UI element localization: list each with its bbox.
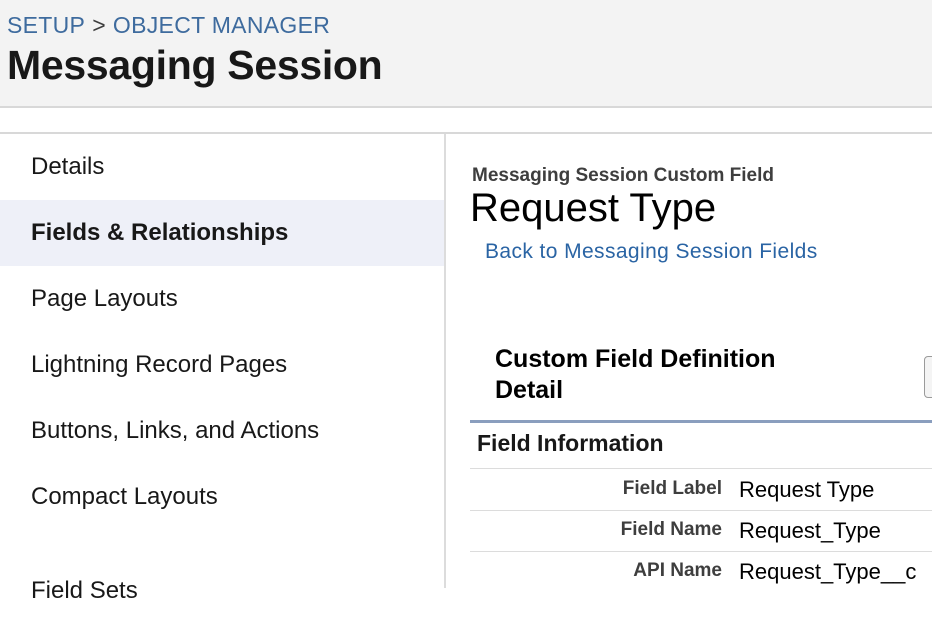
sidebar-item-fields-relationships[interactable]: Fields & Relationships: [0, 200, 444, 266]
field-label-value: Request Type: [739, 477, 875, 502]
field-name-value: Request_Type: [739, 518, 881, 543]
object-subtitle: Messaging Session Custom Field: [472, 165, 774, 186]
sidebar-item-details[interactable]: Details: [0, 134, 444, 200]
page-title: Messaging Session: [7, 42, 383, 88]
field-label-caption: Field Label: [622, 478, 722, 499]
header-divider: [0, 108, 932, 134]
breadcrumb-setup-link[interactable]: SETUP: [7, 12, 85, 38]
field-name-caption: Field Name: [620, 519, 722, 540]
breadcrumb-object-manager-link[interactable]: OBJECT MANAGER: [113, 12, 330, 38]
api-name-value: Request_Type__c: [739, 559, 917, 584]
sidebar-item-lightning-record-pages[interactable]: Lightning Record Pages: [0, 332, 444, 398]
object-sidebar: Details Fields & Relationships Page Layo…: [0, 134, 446, 604]
field-row-api-name: API Name Request_Type__c: [470, 551, 932, 588]
sidebar-item-buttons-links-actions[interactable]: Buttons, Links, and Actions: [0, 398, 444, 464]
back-to-fields-link[interactable]: Back to Messaging Session Fields: [485, 240, 818, 264]
breadcrumb: SETUP > OBJECT MANAGER: [7, 12, 330, 39]
field-detail-panel: Messaging Session Custom Field Request T…: [446, 134, 932, 588]
field-information-heading: Field Information: [477, 430, 664, 456]
sidebar-item-field-sets[interactable]: Field Sets: [0, 558, 444, 624]
sidebar-item-compact-layouts[interactable]: Compact Layouts: [0, 464, 444, 530]
section-divider: [470, 420, 932, 423]
breadcrumb-separator: >: [92, 12, 106, 38]
setup-header: SETUP > OBJECT MANAGER Messaging Session: [0, 0, 932, 108]
api-name-caption: API Name: [633, 560, 722, 581]
field-row-label: Field Label Request Type: [470, 468, 932, 511]
field-title: Request Type: [470, 186, 717, 230]
detail-section-heading: Custom Field Definition Detail: [495, 345, 776, 404]
edit-button[interactable]: [924, 356, 932, 398]
field-row-name: Field Name Request_Type: [470, 510, 932, 552]
sidebar-item-page-layouts[interactable]: Page Layouts: [0, 266, 444, 332]
